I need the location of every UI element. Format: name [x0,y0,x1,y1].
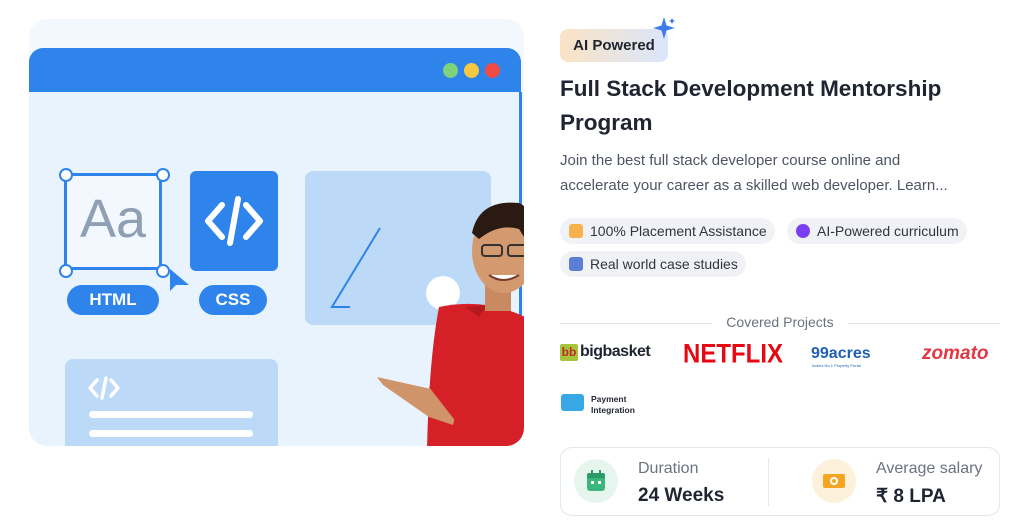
duration-value: 24 Weeks [638,485,725,506]
typography-sample: Aa [79,189,147,249]
ai-sparkle-icon [796,224,810,238]
selection-handle [59,168,73,182]
highlight-chip-ai: AI-Powered curriculum [787,218,967,244]
course-stats-card: Duration 24 Weeks Average salary ₹ 8 LPA [560,447,1000,516]
selection-handle [59,264,73,278]
salary-icon-circle [812,459,856,503]
typography-box: Aa [64,173,162,270]
selection-handle [156,168,170,182]
payment-label-line: Payment [591,394,627,404]
description-line: Join the best full stack developer cours… [560,152,901,169]
netflix-logo: NETFLIX [683,339,783,370]
highlight-label: AI-Powered curriculum [817,223,959,239]
window-dot-red [485,63,500,78]
document-icon [569,257,583,271]
highlight-label: 100% Placement Assistance [590,223,767,239]
bigbasket-wordmark: bigbasket [580,343,651,360]
course-title: Full Stack Development Mentorship Progra… [560,76,942,135]
sparkle-icon [653,17,675,39]
thumbs-up-icon [569,224,583,238]
99acres-logo: 99acres [811,345,871,362]
divider-right [848,323,1000,324]
mentor-photo [377,202,524,446]
covered-projects-heading: Covered Projects [726,314,834,330]
text-line [89,430,253,437]
document-tile [65,359,278,446]
code-brackets-icon [205,196,263,246]
bigbasket-logo: bb bigbasket [560,343,651,361]
payment-integration-label: Payment Integration [591,394,635,416]
99acres-tagline: India's No.1 Property Portal [812,363,861,368]
bigbasket-mark: bb [560,343,578,361]
code-tile [190,171,278,271]
stats-divider [768,458,769,506]
payment-label-line: Integration [591,405,635,415]
salary-value: ₹ 8 LPA [876,486,946,507]
course-description: Join the best full stack developer cours… [560,148,1005,198]
cursor-icon [170,269,189,291]
salary-label: Average salary [876,460,983,477]
divider-left [560,323,712,324]
duration-icon-circle [574,459,618,503]
html-tag: HTML [67,285,159,315]
payment-card-icon [561,394,584,411]
highlight-chip-placement: 100% Placement Assistance [560,218,775,244]
highlight-chip-case-studies: Real world case studies [560,251,746,277]
small-code-icon [88,376,120,400]
money-icon [823,474,845,488]
zomato-logo: zomato [922,343,989,364]
text-line [89,411,253,418]
window-dot-yellow [464,63,479,78]
window-dot-green [443,63,458,78]
browser-title-bar [29,48,521,92]
css-tag: CSS [199,285,267,315]
course-hero-image: Aa HTML CSS [29,19,524,446]
description-line: accelerate your career as a skilled web … [560,177,948,194]
duration-label: Duration [638,460,699,477]
calendar-icon [587,470,605,491]
highlight-label: Real world case studies [590,256,738,272]
